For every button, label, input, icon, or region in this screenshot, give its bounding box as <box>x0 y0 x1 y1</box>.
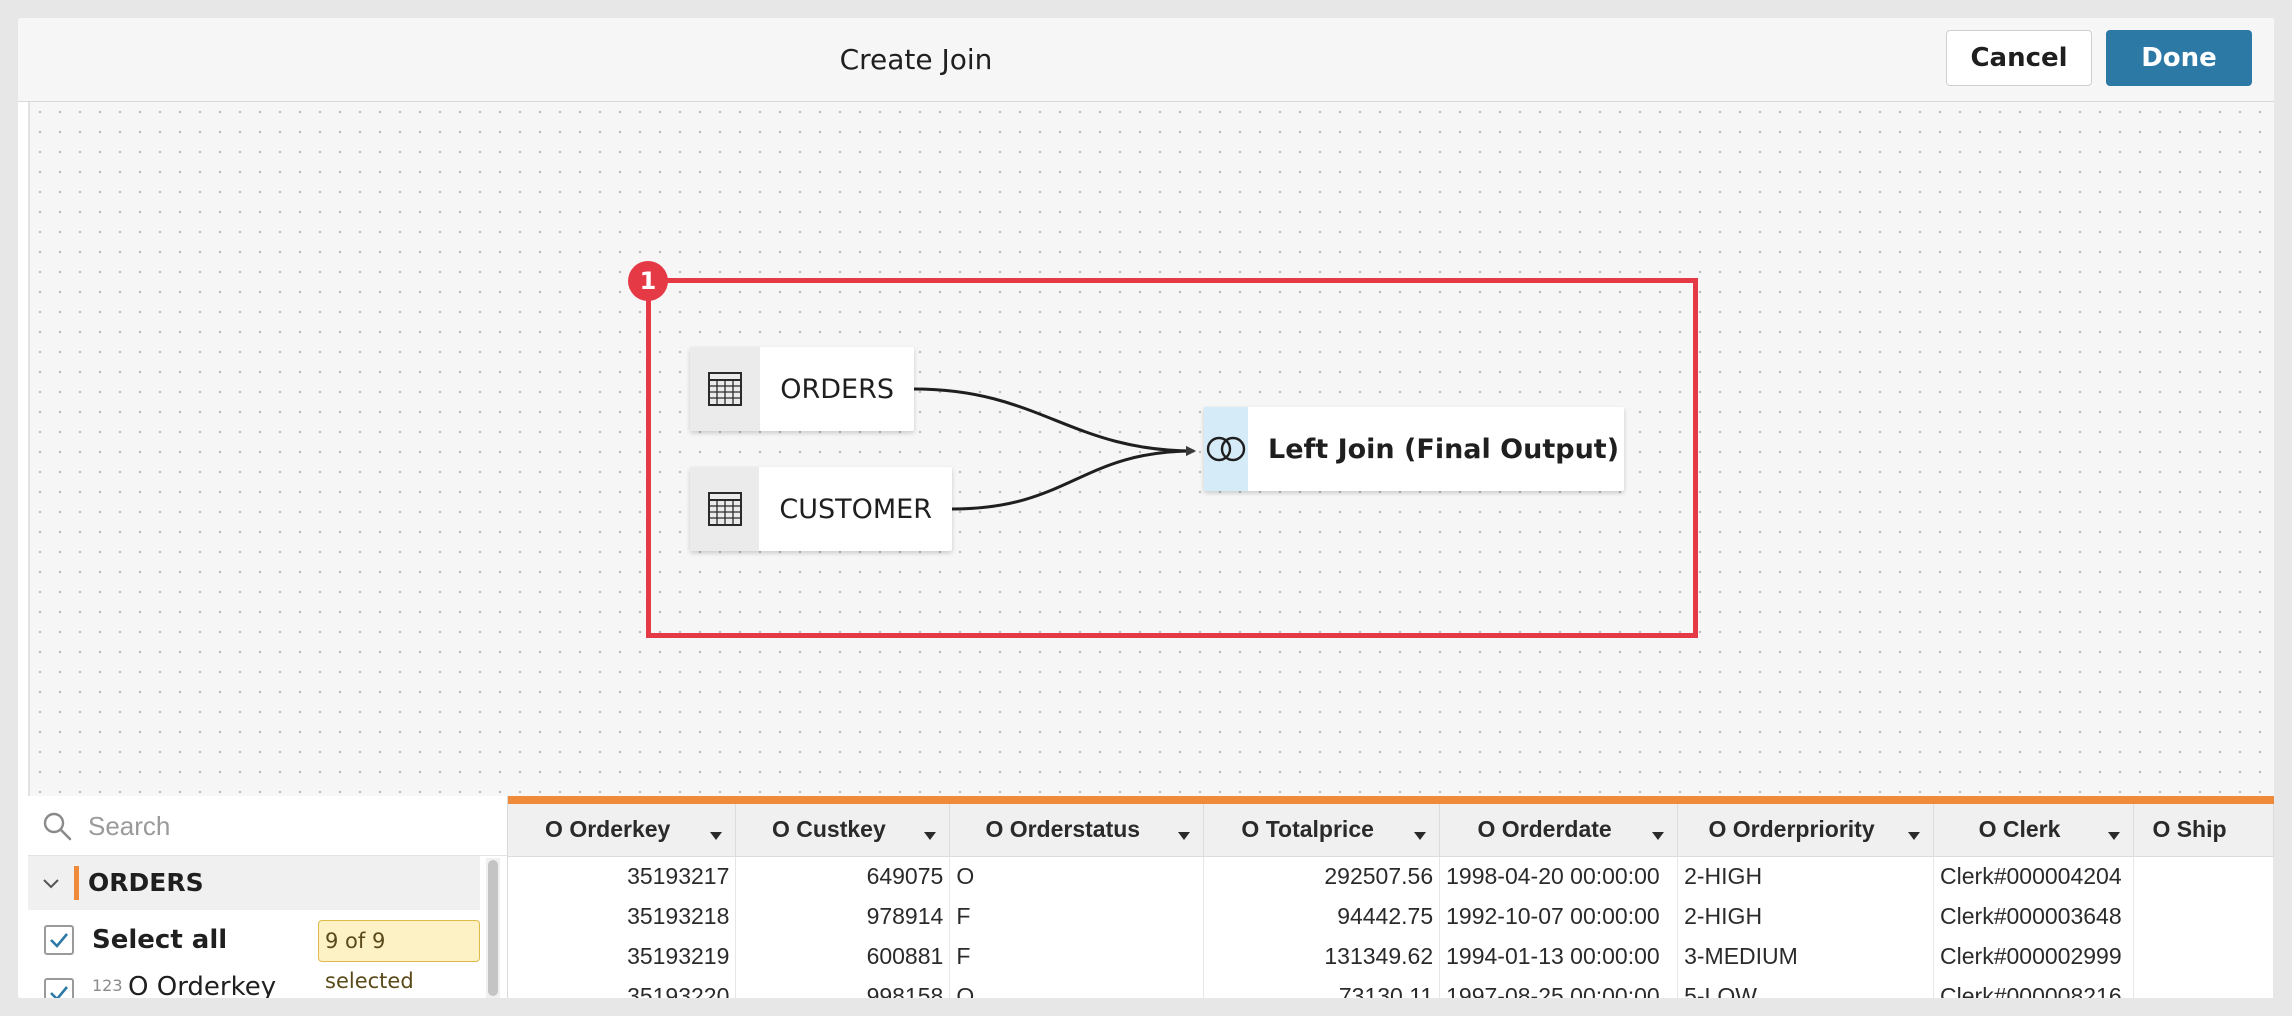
column-header[interactable]: O Orderkey <box>508 804 737 857</box>
join-canvas[interactable]: 1 ORDERS CUSTOMER Left Join (Final Outpu… <box>28 102 2274 796</box>
select-all-row[interactable]: Select all 9 of 9 selected <box>28 910 480 993</box>
orders-node[interactable]: ORDERS <box>690 347 914 431</box>
table-cell: 73130.11 <box>1203 976 1441 998</box>
cancel-button[interactable]: Cancel <box>1946 30 2092 86</box>
scrollbar-thumb[interactable] <box>488 860 498 996</box>
table-row[interactable]: 35193217 649075 O 292507.56 1998-04-20 00:00… <box>508 856 2274 896</box>
table-cell: 998158 <box>735 976 951 998</box>
column-menu-icon[interactable] <box>1907 820 1921 847</box>
column-menu-icon[interactable] <box>1651 820 1665 847</box>
table-cell: 131349.62 <box>1203 936 1441 976</box>
dialog-title: Create Join <box>839 43 993 76</box>
select-all-label: Select all <box>92 925 228 955</box>
orders-group-header[interactable]: ORDERS <box>28 856 480 910</box>
done-button[interactable]: Done <box>2106 30 2252 86</box>
search-bar <box>28 796 507 856</box>
field-row[interactable]: 123 O Orderkey <box>28 970 480 998</box>
field-checkbox[interactable] <box>44 978 74 998</box>
table-cell: O <box>949 976 1205 998</box>
group-color-accent <box>74 866 79 900</box>
left-join-node[interactable]: Left Join (Final Output) <box>1204 407 1624 491</box>
table-cell: 2-HIGH <box>1677 856 1935 896</box>
field-list-panel: ORDERS Select all 9 of 9 selected 123 <box>28 796 508 998</box>
table-row[interactable]: 35193218 978914 F 94442.75 1992-10-07 00:00:… <box>508 896 2274 936</box>
join-icon <box>1204 407 1248 491</box>
table-cell: 35193217 <box>508 856 737 896</box>
bottom-panel: ORDERS Select all 9 of 9 selected 123 <box>28 796 2274 998</box>
table-icon <box>690 347 761 431</box>
column-header[interactable]: O Ship <box>2133 804 2274 857</box>
table-cell: 35193219 <box>508 936 737 976</box>
field-label: O Orderkey <box>128 972 277 998</box>
table-cell: Clerk#000004204 <box>1933 856 2135 896</box>
chevron-down-icon[interactable] <box>40 872 62 898</box>
highlight-number-badge: 1 <box>628 261 668 301</box>
column-header-label: O Orderkey <box>545 816 671 843</box>
table-cell: 5-LOW <box>1677 976 1935 998</box>
table-cell: O <box>949 856 1205 896</box>
column-header[interactable]: O Custkey <box>735 804 951 857</box>
table-cell: 978914 <box>735 896 951 936</box>
table-cell: 649075 <box>735 856 951 896</box>
column-header[interactable]: O Totalprice <box>1203 804 1441 857</box>
table-body: 35193217 649075 O 292507.56 1998-04-20 00:00… <box>508 856 2274 998</box>
table-cell: 35193220 <box>508 976 737 998</box>
search-icon <box>42 811 72 845</box>
selected-count-badge: 9 of 9 selected <box>318 920 480 993</box>
column-header[interactable]: O Clerk <box>1933 804 2135 857</box>
table-cell: 2-HIGH <box>1677 896 1935 936</box>
number-type-icon: 123 <box>92 976 123 995</box>
column-menu-icon[interactable] <box>1413 820 1427 847</box>
column-header[interactable]: O Orderstatus <box>949 804 1205 857</box>
table-cell: 1994-01-13 00:00:00 <box>1439 936 1679 976</box>
column-menu-icon[interactable] <box>2107 820 2121 847</box>
table-cell: Clerk#000008216 <box>1933 976 2135 998</box>
data-preview-panel: O Orderkey O Custkey O Orderstatus O Totalp… <box>508 796 2274 998</box>
table-cell: 1997-08-25 00:00:00 <box>1439 976 1679 998</box>
column-header-label: O Custkey <box>771 816 886 843</box>
column-header-label: O Orderpriority <box>1708 816 1875 843</box>
column-header[interactable]: O Orderdate <box>1439 804 1679 857</box>
dialog-header: Create Join Cancel Done <box>18 18 2274 102</box>
table-cell: Clerk#000002999 <box>1933 936 2135 976</box>
field-list-scrollbar[interactable] <box>486 858 500 998</box>
table-header-row: O Orderkey O Custkey O Orderstatus O Totalp… <box>508 804 2274 857</box>
table-cell <box>2133 936 2274 976</box>
search-input[interactable] <box>88 806 488 846</box>
table-cell: 1998-04-20 00:00:00 <box>1439 856 1679 896</box>
join-node-label: Left Join (Final Output) <box>1268 433 1620 465</box>
table-cell <box>2133 856 2274 896</box>
customer-node[interactable]: CUSTOMER <box>690 467 952 551</box>
table-accent-bar <box>508 796 2274 804</box>
table-cell: F <box>949 896 1205 936</box>
table-cell: 35193218 <box>508 896 737 936</box>
column-header[interactable]: O Orderpriority <box>1677 804 1935 857</box>
table-cell <box>2133 976 2274 998</box>
column-header-label: O Totalprice <box>1241 816 1374 843</box>
data-table: O Orderkey O Custkey O Orderstatus O Totalp… <box>508 804 2274 998</box>
column-header-label: O Ship <box>2152 816 2227 843</box>
column-menu-icon[interactable] <box>923 820 937 847</box>
column-menu-icon[interactable] <box>1177 820 1191 847</box>
group-label: ORDERS <box>88 868 204 897</box>
column-header-label: O Orderdate <box>1477 816 1612 843</box>
table-cell <box>2133 896 2274 936</box>
table-cell: 3-MEDIUM <box>1677 936 1935 976</box>
table-cell: 94442.75 <box>1203 896 1441 936</box>
customer-node-label: CUSTOMER <box>779 493 932 525</box>
column-header-label: O Orderstatus <box>985 816 1141 843</box>
table-icon <box>690 467 760 551</box>
column-menu-icon[interactable] <box>709 820 723 847</box>
table-row[interactable]: 35193220 998158 O 73130.11 1997-08-25 00:00:… <box>508 976 2274 998</box>
table-cell: F <box>949 936 1205 976</box>
create-join-dialog: Create Join Cancel Done 1 ORDERS CUSTOME… <box>18 18 2274 998</box>
select-all-checkbox[interactable] <box>44 925 74 955</box>
table-cell: Clerk#000003648 <box>1933 896 2135 936</box>
table-row[interactable]: 35193219 600881 F 131349.62 1994-01-13 00:00… <box>508 936 2274 976</box>
orders-node-label: ORDERS <box>780 373 894 405</box>
table-cell: 600881 <box>735 936 951 976</box>
table-cell: 1992-10-07 00:00:00 <box>1439 896 1679 936</box>
column-header-label: O Clerk <box>1978 816 2061 843</box>
table-cell: 292507.56 <box>1203 856 1441 896</box>
